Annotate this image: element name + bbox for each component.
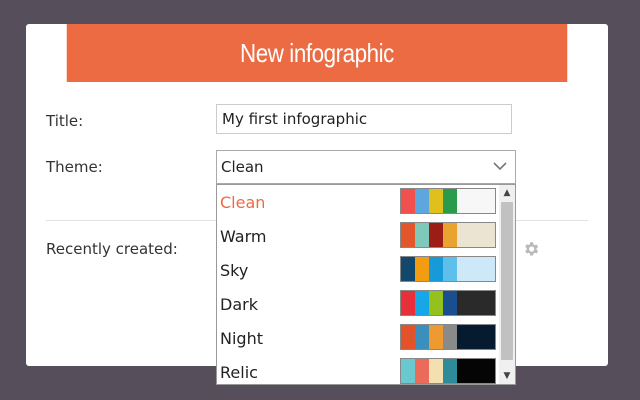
theme-select[interactable]: Clean: [216, 150, 516, 184]
dialog-title: New infographic: [66, 24, 568, 82]
swatch-base-color: [457, 189, 495, 213]
swatch-color-4: [443, 257, 457, 281]
swatch-base-color: [457, 291, 495, 315]
swatch-color-2: [415, 223, 429, 247]
theme-color-swatch: [400, 188, 496, 214]
swatch-color-1: [401, 291, 415, 315]
theme-option-label: Warm: [220, 226, 267, 246]
gear-icon[interactable]: [522, 240, 540, 258]
swatch-color-3: [429, 359, 443, 383]
theme-option-label: Night: [220, 328, 263, 348]
theme-option-clean[interactable]: Clean: [217, 185, 499, 219]
swatch-color-1: [401, 359, 415, 383]
theme-color-swatch: [400, 324, 496, 350]
swatch-color-4: [443, 291, 457, 315]
swatch-color-3: [429, 223, 443, 247]
swatch-color-1: [401, 189, 415, 213]
theme-color-swatch: [400, 256, 496, 282]
swatch-color-4: [443, 189, 457, 213]
swatch-base-color: [457, 359, 495, 383]
swatch-color-2: [415, 291, 429, 315]
dropdown-scrollbar[interactable]: ▲ ▼: [499, 185, 515, 384]
theme-option-night[interactable]: Night: [217, 321, 499, 355]
recently-created-label: Recently created:: [46, 240, 178, 258]
theme-select-value: Clean: [221, 158, 264, 176]
scroll-up-arrow-icon[interactable]: ▲: [499, 185, 515, 201]
swatch-color-3: [429, 189, 443, 213]
theme-option-dark[interactable]: Dark: [217, 287, 499, 321]
title-input[interactable]: [216, 104, 512, 134]
swatch-color-2: [415, 257, 429, 281]
swatch-color-1: [401, 223, 415, 247]
swatch-color-4: [443, 325, 457, 349]
theme-color-swatch: [400, 222, 496, 248]
theme-dropdown-list[interactable]: Clean Warm Sky Dark Night Relic ▲ ▼: [216, 184, 516, 385]
swatch-color-3: [429, 257, 443, 281]
theme-option-label: Relic: [220, 362, 258, 382]
swatch-base-color: [457, 325, 495, 349]
swatch-color-4: [443, 223, 457, 247]
swatch-color-1: [401, 257, 415, 281]
theme-label: Theme:: [46, 158, 103, 176]
swatch-base-color: [457, 223, 495, 247]
swatch-color-2: [415, 359, 429, 383]
theme-option-sky[interactable]: Sky: [217, 253, 499, 287]
swatch-color-2: [415, 325, 429, 349]
theme-option-warm[interactable]: Warm: [217, 219, 499, 253]
swatch-color-1: [401, 325, 415, 349]
theme-option-relic[interactable]: Relic: [217, 355, 499, 384]
swatch-color-4: [443, 359, 457, 383]
chevron-down-icon: [493, 162, 507, 171]
title-label: Title:: [46, 112, 84, 130]
swatch-color-3: [429, 291, 443, 315]
scrollbar-thumb[interactable]: [501, 202, 513, 360]
theme-option-label: Clean: [220, 192, 266, 212]
swatch-color-3: [429, 325, 443, 349]
theme-option-label: Sky: [220, 260, 249, 280]
swatch-color-2: [415, 189, 429, 213]
swatch-base-color: [457, 257, 495, 281]
theme-option-label: Dark: [220, 294, 258, 314]
theme-color-swatch: [400, 290, 496, 316]
theme-color-swatch: [400, 358, 496, 384]
scroll-down-arrow-icon[interactable]: ▼: [499, 368, 515, 384]
